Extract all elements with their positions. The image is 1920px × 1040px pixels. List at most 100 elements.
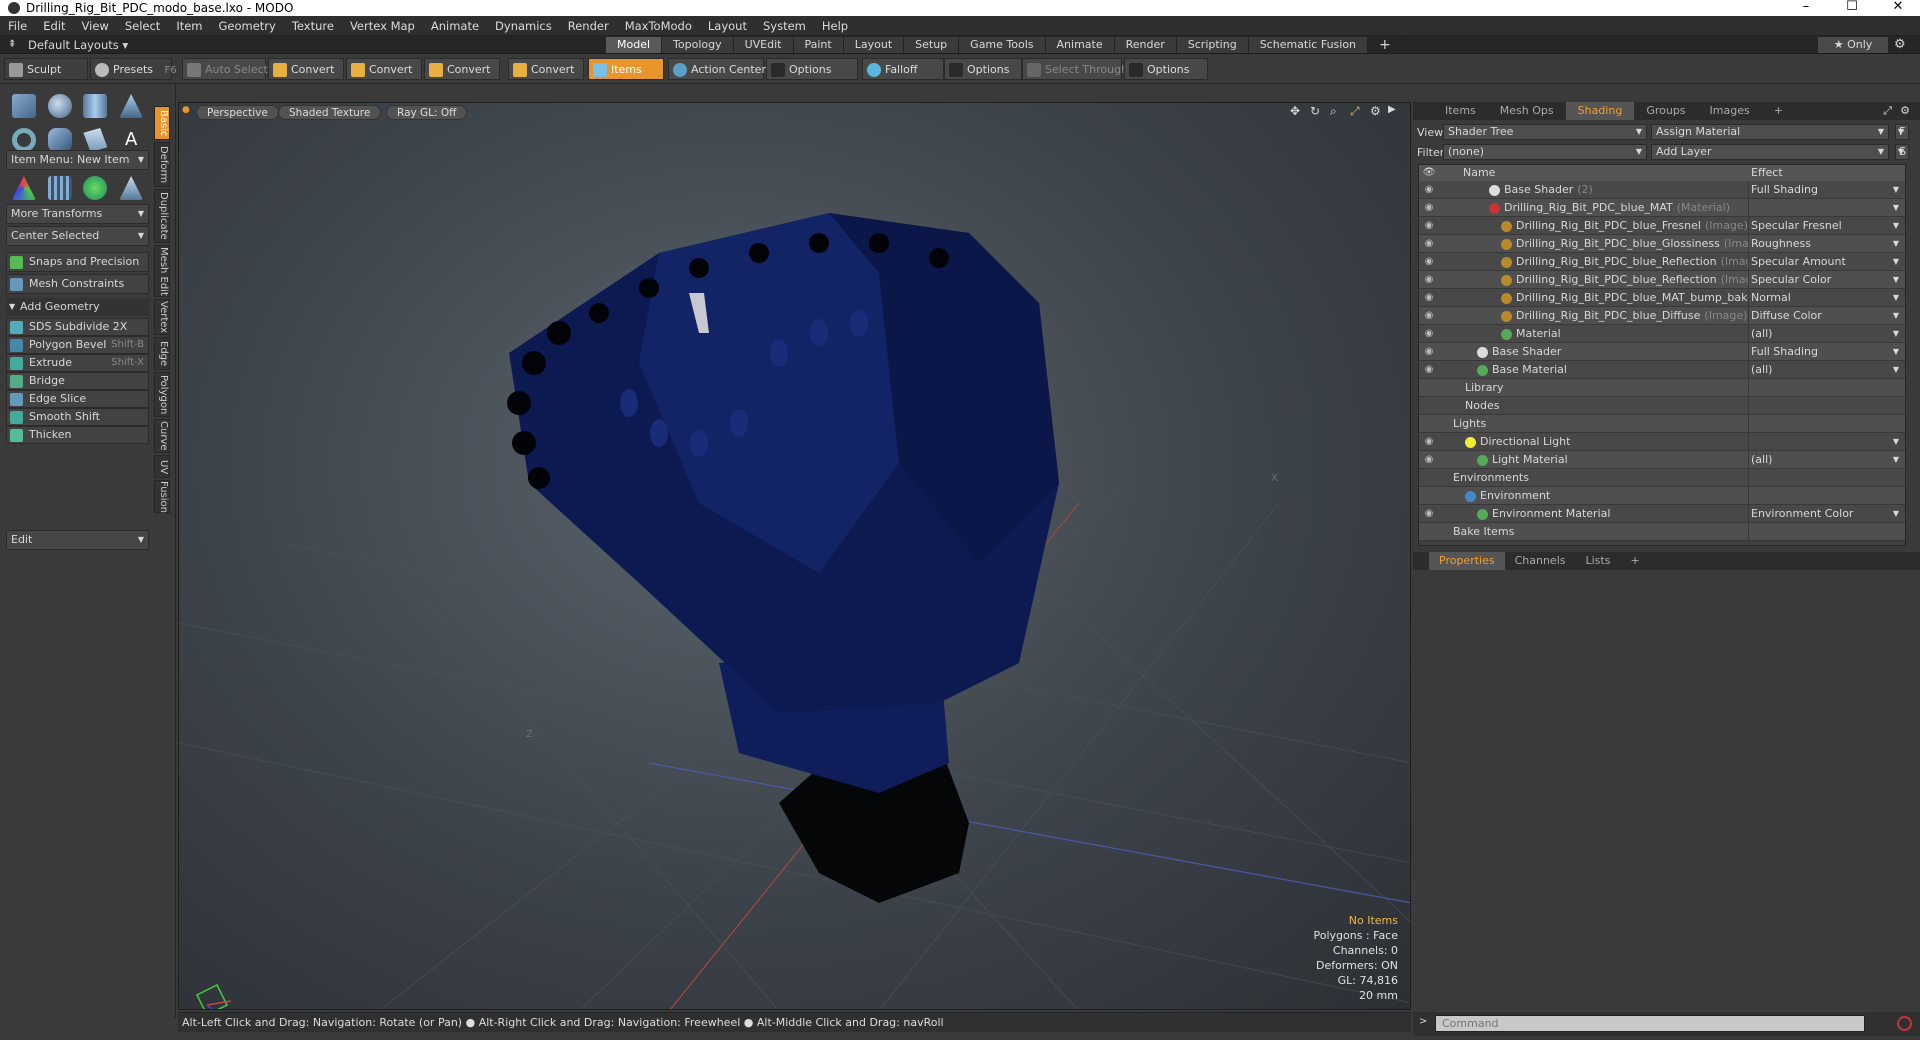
item-menu-dropdown[interactable]: Item Menu: New Item xyxy=(6,150,149,170)
snaps-precision-button[interactable]: Snaps and Precision xyxy=(6,252,149,272)
pyramid-icon[interactable] xyxy=(119,176,144,200)
viewport-dot-icon[interactable]: ● xyxy=(182,105,190,115)
visibility-eye-icon[interactable] xyxy=(1419,415,1439,432)
center-selected-dropdown[interactable]: Center Selected xyxy=(6,226,149,246)
shader-tree-row[interactable]: ◉ Directional Light xyxy=(1419,433,1905,451)
viewport-more-icon[interactable]: ▶ xyxy=(1388,104,1396,115)
shader-tree-row[interactable]: Nodes xyxy=(1419,397,1905,415)
layout-tab-setup[interactable]: Setup xyxy=(904,37,960,53)
rotate-icon[interactable]: ↻ xyxy=(1310,104,1320,118)
prop-tab-lists[interactable]: Lists xyxy=(1576,552,1621,570)
maximize-button[interactable]: ☐ xyxy=(1832,0,1872,16)
vtab-curve[interactable]: Curve xyxy=(154,418,170,453)
convert-edges-button[interactable]: Convert xyxy=(346,58,422,80)
visibility-eye-icon[interactable]: ◉ xyxy=(1419,307,1439,324)
layer-effect-dropdown[interactable]: (all) xyxy=(1749,325,1905,343)
layout-tab-paint[interactable]: Paint xyxy=(793,37,844,53)
layer-effect-dropdown[interactable]: Environment Color xyxy=(1749,505,1905,523)
visibility-eye-icon[interactable]: ◉ xyxy=(1419,433,1439,450)
torus-icon[interactable] xyxy=(11,128,36,152)
vtab-polygon[interactable]: Polygon xyxy=(154,371,170,417)
tool-extrude-button[interactable]: Extrude Shift-X xyxy=(6,354,149,372)
layer-effect-dropdown[interactable] xyxy=(1749,487,1905,504)
layer-effect-dropdown[interactable] xyxy=(1749,379,1905,396)
shader-tree-row[interactable]: ◉ Light Material (all) xyxy=(1419,451,1905,469)
shader-tree-row[interactable]: Library xyxy=(1419,379,1905,397)
effect-column-header[interactable]: Effect xyxy=(1749,165,1905,181)
shader-tree-row[interactable]: ◉ Drilling_Rig_Bit_PDC_blue_Reflection (Im… xyxy=(1419,271,1905,289)
panel-tab-groups[interactable]: Groups xyxy=(1634,102,1697,120)
select-through-options-button[interactable]: Options xyxy=(1124,58,1208,80)
add-panel-tab-button[interactable]: + xyxy=(1762,102,1795,120)
layout-tab-schematic-fusion[interactable]: Schematic Fusion xyxy=(1248,37,1369,53)
tool-bridge-button[interactable]: Bridge xyxy=(6,372,149,390)
layout-tab-layout[interactable]: Layout xyxy=(843,37,905,53)
visibility-eye-icon[interactable]: ◉ xyxy=(1419,199,1439,216)
layer-effect-dropdown[interactable]: Normal xyxy=(1749,289,1905,307)
cone-icon[interactable] xyxy=(119,94,144,118)
fit-icon[interactable]: ⤢ xyxy=(1350,104,1360,119)
visibility-eye-icon[interactable]: ◉ xyxy=(1419,253,1439,270)
cylinder-icon[interactable] xyxy=(83,94,108,118)
menu-render[interactable]: Render xyxy=(560,19,617,33)
visibility-eye-icon[interactable]: ◉ xyxy=(1419,289,1439,306)
layout-tab-render[interactable]: Render xyxy=(1114,37,1177,53)
shader-tree-row[interactable]: ◉ Base Material (all) xyxy=(1419,361,1905,379)
layout-tab-model[interactable]: Model xyxy=(606,37,663,53)
panel-tab-mesh-ops[interactable]: Mesh Ops xyxy=(1488,102,1566,120)
tool-edge-slice-button[interactable]: Edge Slice xyxy=(6,390,149,408)
visibility-eye-icon[interactable]: ◉ xyxy=(1419,505,1439,522)
grid-icon[interactable] xyxy=(47,176,72,200)
select-through-button[interactable]: Select Through xyxy=(1022,58,1128,80)
shader-tree-row[interactable]: Bake Items xyxy=(1419,523,1905,541)
only-toggle[interactable]: ★ Only xyxy=(1818,37,1888,53)
shader-tree-row[interactable]: ◉ Drilling_Rig_Bit_PDC_blue_Glossiness (Im… xyxy=(1419,235,1905,253)
close-button[interactable]: ✕ xyxy=(1878,0,1918,16)
layout-tab-topology[interactable]: Topology xyxy=(662,37,734,53)
viewport-gear-icon[interactable]: ⚙ xyxy=(1370,104,1381,118)
layer-effect-dropdown[interactable]: Specular Amount xyxy=(1749,253,1905,271)
edit-dropdown[interactable]: Edit xyxy=(6,530,149,550)
panel-tab-images[interactable]: Images xyxy=(1698,102,1762,120)
gear-icon[interactable]: ⚙ xyxy=(1894,37,1906,52)
text-icon[interactable]: A xyxy=(119,128,143,152)
layer-effect-dropdown[interactable] xyxy=(1749,415,1905,432)
layer-effect-dropdown[interactable] xyxy=(1749,433,1905,451)
visibility-eye-icon[interactable]: ◉ xyxy=(1419,235,1439,252)
vtab-duplicate[interactable]: Duplicate xyxy=(154,189,170,244)
panel-gear-icon[interactable]: ⚙ xyxy=(1900,104,1910,117)
convert-vertices-button[interactable]: Convert xyxy=(268,58,344,80)
add-prop-tab-button[interactable]: + xyxy=(1620,552,1649,570)
items-mode-button[interactable]: Items xyxy=(588,58,664,80)
layer-effect-dropdown[interactable] xyxy=(1749,199,1905,217)
sphere-icon[interactable] xyxy=(47,94,72,118)
convert-items-button[interactable]: Convert xyxy=(508,58,584,80)
menu-select[interactable]: Select xyxy=(117,19,168,33)
perspective-button[interactable]: Perspective xyxy=(196,105,279,120)
filter-dropdown[interactable]: (none) xyxy=(1443,144,1647,160)
menu-texture[interactable]: Texture xyxy=(284,19,342,33)
layer-effect-dropdown[interactable]: Diffuse Color xyxy=(1749,307,1905,325)
layout-tab-game-tools[interactable]: Game Tools xyxy=(959,37,1046,53)
menu-view[interactable]: View xyxy=(74,19,117,33)
layer-effect-dropdown[interactable] xyxy=(1749,469,1905,486)
menu-geometry[interactable]: Geometry xyxy=(211,19,284,33)
view-dropdown[interactable]: Shader Tree xyxy=(1443,124,1647,140)
more-transforms-dropdown[interactable]: More Transforms xyxy=(6,204,149,224)
menu-item[interactable]: Item xyxy=(168,19,210,33)
menu-maxtomodo[interactable]: MaxToModo xyxy=(617,19,700,33)
shader-tree-row[interactable]: Environments xyxy=(1419,469,1905,487)
shader-tree-row[interactable]: ◉ Drilling_Rig_Bit_PDC_blue_MAT (Material) xyxy=(1419,199,1905,217)
layer-effect-dropdown[interactable] xyxy=(1749,397,1905,414)
menu-vertex-map[interactable]: Vertex Map xyxy=(342,19,423,33)
pen-icon[interactable] xyxy=(83,128,108,152)
visibility-eye-icon[interactable] xyxy=(1419,469,1439,486)
layer-effect-dropdown[interactable]: (all) xyxy=(1749,361,1905,379)
layer-effect-dropdown[interactable]: Specular Color xyxy=(1749,271,1905,289)
vtab-vertex[interactable]: Vertex xyxy=(154,299,170,336)
auto-select-button[interactable]: Auto Select xyxy=(182,58,268,80)
shader-tree-row[interactable]: ◉ Drilling_Rig_Bit_PDC_blue_Diffuse (Image… xyxy=(1419,307,1905,325)
visibility-eye-icon[interactable]: ◉ xyxy=(1419,271,1439,288)
panel-tab-items[interactable]: Items xyxy=(1433,102,1488,120)
visibility-eye-icon[interactable] xyxy=(1419,397,1439,414)
